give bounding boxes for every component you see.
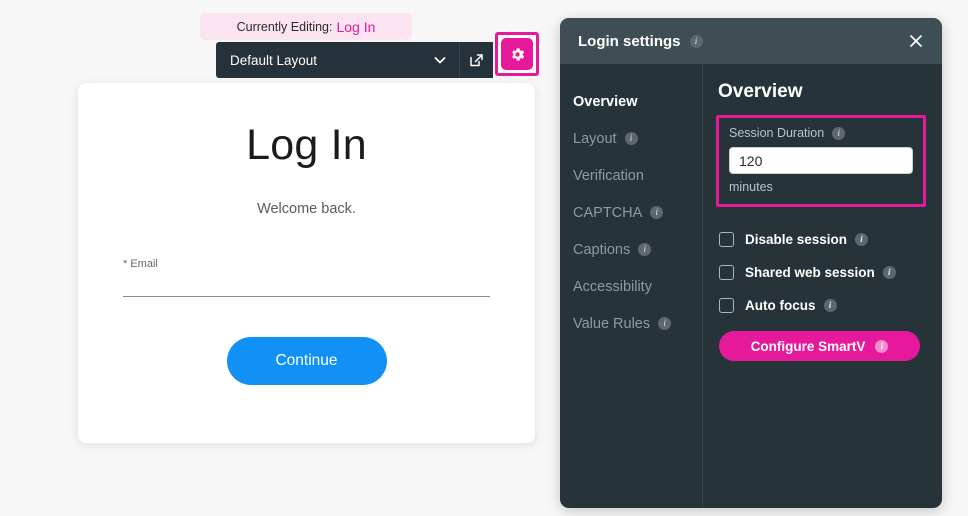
sidebar-item-captions[interactable]: Captions i: [573, 231, 702, 268]
login-subtitle: Welcome back.: [257, 201, 356, 217]
login-preview-card: Log In Welcome back. * Email Continue: [78, 83, 535, 443]
info-icon[interactable]: i: [638, 243, 652, 256]
currently-editing-target: Log In: [336, 18, 376, 35]
configure-smartv-label: Configure SmartV: [750, 338, 866, 354]
email-label-text: Email: [130, 258, 158, 270]
panel-main: Overview Session Duration i minutes Disa…: [703, 64, 942, 508]
checkbox-row-disable-session[interactable]: Disable session i: [716, 223, 926, 256]
close-icon[interactable]: [906, 31, 926, 51]
sidebar-item-label: Verification: [573, 167, 644, 184]
sidebar-item-value-rules[interactable]: Value Rules i: [573, 305, 702, 342]
info-icon[interactable]: i: [875, 339, 889, 353]
open-external-button[interactable]: [459, 42, 493, 78]
layout-select-value: Default Layout: [230, 52, 318, 68]
checkbox-row-auto-focus[interactable]: Auto focus i: [716, 289, 926, 322]
info-icon[interactable]: i: [882, 266, 896, 279]
info-icon[interactable]: i: [624, 132, 638, 145]
required-mark: *: [123, 258, 128, 270]
checkbox-row-shared-web-session[interactable]: Shared web session i: [716, 256, 926, 289]
checkbox-shared-web-session[interactable]: [719, 265, 734, 280]
screen: Currently Editing: Log In Default Layout: [0, 0, 968, 516]
configure-smartv-button[interactable]: Configure SmartV i: [719, 331, 920, 361]
panel-body: Overview Layout i Verification CAPTCHA i…: [560, 64, 942, 508]
sidebar-item-label: Captions: [573, 241, 631, 258]
panel-title: Login settings: [578, 32, 681, 50]
checkbox-disable-session[interactable]: [719, 232, 734, 247]
chevron-down-icon: [433, 53, 447, 67]
checkbox-label: Disable session: [745, 232, 848, 247]
sidebar-item-layout[interactable]: Layout i: [573, 120, 702, 157]
sidebar-item-label: Value Rules: [573, 315, 651, 332]
email-input[interactable]: [123, 296, 490, 297]
session-duration-label: Session Duration: [729, 126, 825, 140]
currently-editing-prefix: Currently Editing:: [236, 19, 333, 34]
sidebar-item-captcha[interactable]: CAPTCHA i: [573, 194, 702, 231]
sidebar-item-label: Overview: [573, 93, 638, 110]
panel-main-heading: Overview: [718, 81, 803, 102]
info-icon[interactable]: i: [658, 317, 672, 330]
checkbox-auto-focus[interactable]: [719, 298, 734, 313]
checkbox-label: Auto focus: [745, 298, 816, 313]
editor-toolbar: Default Layout: [216, 42, 493, 78]
sidebar-item-verification[interactable]: Verification: [573, 157, 702, 194]
checkbox-label-row: Shared web session i: [745, 265, 896, 280]
info-icon[interactable]: i: [855, 233, 869, 246]
checkbox-label: Shared web session: [745, 265, 875, 280]
info-icon[interactable]: i: [823, 299, 837, 312]
continue-button-wrap: Continue: [123, 337, 490, 385]
settings-button-highlight: [495, 32, 539, 76]
sidebar-item-label: CAPTCHA: [573, 204, 643, 221]
email-label: * Email: [123, 258, 490, 270]
sidebar-item-accessibility[interactable]: Accessibility: [573, 268, 702, 305]
info-icon[interactable]: i: [689, 34, 703, 48]
email-field-block: * Email Continue: [123, 258, 490, 385]
session-duration-input[interactable]: [729, 147, 913, 174]
info-icon[interactable]: i: [650, 206, 664, 219]
checkbox-label-row: Auto focus i: [745, 298, 837, 313]
layout-select[interactable]: Default Layout: [216, 42, 459, 78]
info-icon[interactable]: i: [832, 126, 846, 140]
sidebar-item-label: Accessibility: [573, 278, 652, 295]
session-duration-unit: minutes: [729, 180, 773, 194]
sidebar-item-label: Layout: [573, 130, 617, 147]
continue-button[interactable]: Continue: [226, 337, 387, 385]
settings-button[interactable]: [501, 38, 533, 70]
session-duration-label-row: Session Duration i: [729, 126, 913, 140]
session-duration-highlight: Session Duration i minutes: [716, 115, 926, 207]
login-title: Log In: [246, 121, 367, 169]
login-settings-panel: Login settings i Overview Layout i Verif…: [560, 18, 942, 508]
sidebar-item-overview[interactable]: Overview: [573, 83, 702, 120]
panel-header: Login settings i: [560, 18, 942, 64]
external-link-icon: [468, 52, 485, 69]
checkbox-label-row: Disable session i: [745, 232, 869, 247]
currently-editing-badge: Currently Editing: Log In: [200, 13, 412, 40]
gear-icon: [509, 46, 526, 63]
panel-sidebar: Overview Layout i Verification CAPTCHA i…: [560, 64, 703, 508]
